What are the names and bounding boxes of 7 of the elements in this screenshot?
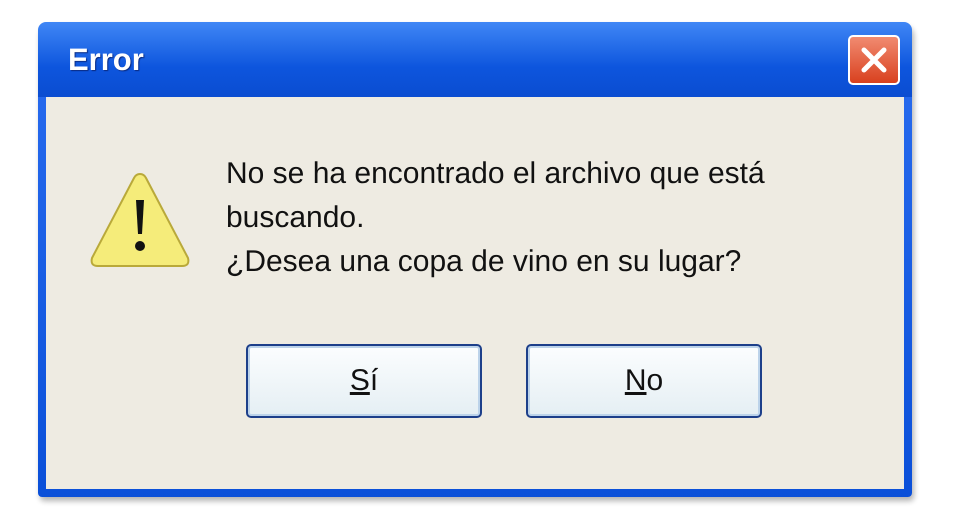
dialog-button[interactable]: No <box>526 344 762 418</box>
dialog-button[interactable]: Sí <box>246 344 482 418</box>
warning-icon <box>88 170 192 270</box>
close-button[interactable] <box>848 34 900 84</box>
window-title: Error <box>68 42 144 78</box>
message-text: ¿Desea una copa de vino en su lugar? <box>226 244 742 280</box>
message-text: No se ha encontrado el archivo que está buscando. <box>226 156 766 236</box>
